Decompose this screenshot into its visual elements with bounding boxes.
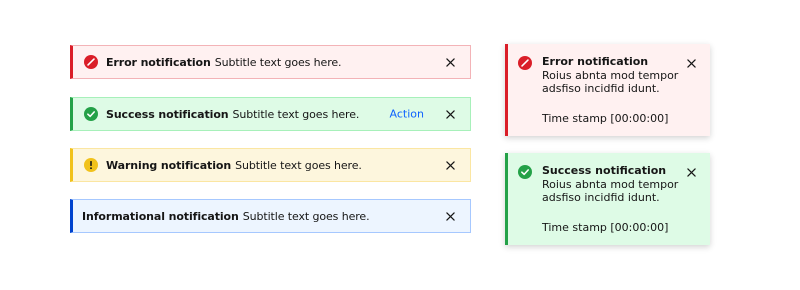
close-icon — [445, 57, 455, 67]
close-button[interactable] — [684, 56, 698, 70]
notification-title: Informational notification — [82, 209, 239, 223]
action-button[interactable]: Action — [390, 108, 424, 121]
close-icon — [445, 109, 455, 119]
notification-subtitle: Subtitle text goes here. — [232, 107, 360, 121]
notification-text: Warning notification Subtitle text goes h… — [106, 159, 362, 172]
notification-text: Success notification Subtitle text goes h… — [106, 108, 359, 121]
inline-notification-success: Success notification Subtitle text goes h… — [70, 97, 471, 131]
close-button[interactable] — [443, 158, 457, 172]
notification-title: Success notification — [106, 107, 229, 121]
error-icon — [518, 56, 532, 70]
checkmark-icon — [518, 165, 532, 179]
inline-notification-info: Informational notification Subtitle text … — [70, 199, 471, 233]
error-icon — [84, 55, 98, 69]
toast-notification-error: Error notification Roius abnta mod tempo… — [505, 44, 710, 136]
notification-title: Warning notification — [106, 158, 232, 172]
notification-text: Informational notification Subtitle text … — [82, 210, 370, 223]
notification-subtitle: Subtitle text goes here. — [235, 158, 362, 172]
close-icon — [445, 160, 455, 170]
toast-notification-success: Success notification Roius abnta mod tem… — [505, 153, 710, 245]
toast-timestamp: Time stamp [00:00:00] — [542, 112, 669, 125]
inline-notification-error: Error notification Subtitle text goes her… — [70, 45, 471, 79]
toast-timestamp: Time stamp [00:00:00] — [542, 221, 669, 234]
toast-subtitle: Roius abnta mod tempor adsfiso incidfid … — [542, 178, 679, 204]
close-button[interactable] — [443, 209, 457, 223]
close-icon — [445, 211, 455, 221]
notification-subtitle: Subtitle text goes here. — [242, 209, 370, 223]
close-button[interactable] — [443, 55, 457, 69]
toast-subtitle: Roius abnta mod tempor adsfiso incidfid … — [542, 69, 679, 95]
close-icon — [686, 167, 696, 177]
close-button[interactable] — [684, 165, 698, 179]
inline-notification-warning: Warning notification Subtitle text goes h… — [70, 148, 471, 182]
checkmark-icon — [84, 107, 98, 121]
close-icon — [686, 58, 696, 68]
warning-icon — [84, 158, 98, 172]
notification-title: Error notification — [106, 55, 211, 69]
notification-text: Error notification Subtitle text goes her… — [106, 55, 342, 69]
toast-title: Error notification — [542, 55, 649, 68]
toast-title: Success notification — [542, 164, 667, 177]
notification-subtitle: Subtitle text goes here. — [214, 55, 342, 69]
close-button[interactable] — [443, 107, 457, 121]
